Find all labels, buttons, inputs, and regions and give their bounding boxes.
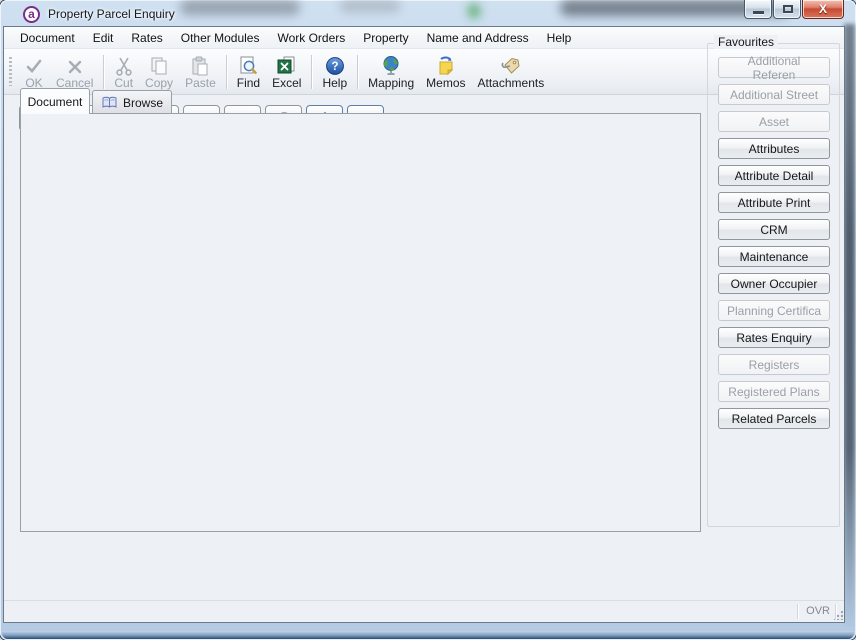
favourite-related-parcels-button[interactable]: Related Parcels: [718, 408, 830, 429]
menu-edit[interactable]: Edit: [84, 28, 123, 48]
window-frame-right: [844, 24, 855, 630]
mapping-label: Mapping: [368, 76, 414, 90]
menu-work-orders[interactable]: Work Orders: [268, 28, 354, 48]
svg-text:?: ?: [331, 61, 338, 73]
find-label: Find: [237, 76, 260, 90]
favourite-asset-button: Asset: [718, 111, 830, 132]
menu-document[interactable]: Document: [11, 28, 84, 48]
favourite-additional-street-button: Additional Street: [718, 84, 830, 105]
memo-note-icon: [436, 54, 456, 76]
statusbar-separator: [797, 604, 798, 619]
excel-label: Excel: [272, 76, 301, 90]
paste-button: Paste: [179, 52, 222, 92]
help-button[interactable]: ? Help: [316, 52, 353, 92]
window-title: Property Parcel Enquiry: [48, 7, 175, 21]
window-frame-bottom: [2, 631, 854, 639]
attachments-button[interactable]: Attachments: [472, 52, 551, 92]
excel-button[interactable]: Excel: [266, 52, 307, 92]
find-button[interactable]: Find: [231, 52, 266, 92]
attachment-tag-icon: [500, 54, 521, 76]
copy-icon: [149, 54, 169, 76]
client-area: Document Edit Rates Other Modules Work O…: [4, 27, 844, 622]
mapping-button[interactable]: Mapping: [362, 52, 420, 92]
resize-grip[interactable]: [834, 611, 843, 620]
menu-name-and-address[interactable]: Name and Address: [418, 28, 538, 48]
memos-button[interactable]: Memos: [420, 52, 471, 92]
tab-browse[interactable]: Browse: [92, 90, 172, 114]
favourite-registered-plans-button: Registered Plans: [718, 381, 830, 402]
favourite-registers-button: Registers: [718, 354, 830, 375]
favourite-additional-referen-button: Additional Referen: [718, 57, 830, 78]
favourite-maintenance-button[interactable]: Maintenance: [718, 246, 830, 267]
toolbar-separator: [103, 55, 104, 89]
tab-document-label: Document: [28, 95, 83, 109]
favourites-groupbox: Favourites Additional Referen Additional…: [707, 43, 840, 527]
find-magnifier-icon: [238, 54, 258, 76]
excel-icon: [276, 54, 297, 76]
favourite-crm-button[interactable]: CRM: [718, 219, 830, 240]
toolbar-separator: [357, 55, 358, 89]
help-label: Help: [322, 76, 347, 90]
copy-button: Copy: [139, 52, 179, 92]
favourite-attribute-print-button[interactable]: Attribute Print: [718, 192, 830, 213]
menu-help[interactable]: Help: [538, 28, 581, 48]
favourite-rates-enquiry-button[interactable]: Rates Enquiry: [718, 327, 830, 348]
memos-label: Memos: [426, 76, 465, 90]
tab-document[interactable]: Document: [20, 88, 90, 114]
titlebar[interactable]: a Property Parcel Enquiry X: [0, 0, 856, 28]
scissors-icon: [115, 54, 133, 76]
document-tab-page: [20, 113, 701, 532]
paste-label: Paste: [185, 76, 216, 90]
close-button[interactable]: X: [802, 0, 844, 19]
favourite-owner-occupier-button[interactable]: Owner Occupier: [718, 273, 830, 294]
favourites-list: Additional Referen Additional Street Ass…: [718, 57, 830, 429]
copy-label: Copy: [145, 76, 173, 90]
globe-icon: [381, 54, 401, 76]
cut-button: Cut: [108, 52, 139, 92]
help-question-icon: ?: [325, 54, 345, 76]
maximize-icon: [783, 5, 793, 13]
cut-label: Cut: [114, 76, 133, 90]
toolbar-drag-handle[interactable]: [9, 57, 12, 86]
ok-check-icon: [24, 54, 44, 76]
toolbar-separator: [226, 55, 227, 89]
favourite-attribute-detail-button[interactable]: Attribute Detail: [718, 165, 830, 186]
minimize-icon: [753, 11, 764, 14]
menu-other-modules[interactable]: Other Modules: [172, 28, 269, 48]
status-bar: OVR: [4, 600, 844, 622]
open-book-icon: [101, 96, 118, 109]
tab-browse-label: Browse: [123, 96, 163, 110]
overwrite-mode-indicator: OVR: [806, 605, 830, 617]
ok-button: OK: [18, 52, 50, 92]
favourites-title: Favourites: [714, 35, 778, 49]
maximize-button[interactable]: [773, 0, 801, 19]
toolbar-separator: [311, 55, 312, 89]
favourite-planning-certifica-button: Planning Certifica: [718, 300, 830, 321]
minimize-button[interactable]: [744, 0, 772, 19]
cancel-button: Cancel: [50, 52, 99, 92]
favourite-attributes-button[interactable]: Attributes: [718, 138, 830, 159]
app-logo-icon: a: [23, 6, 40, 23]
menu-rates[interactable]: Rates: [122, 28, 171, 48]
app-window: a Property Parcel Enquiry X Document Edi…: [0, 0, 856, 640]
cancel-x-icon: [66, 54, 84, 76]
paste-icon: [190, 54, 210, 76]
close-icon: X: [803, 2, 843, 16]
menu-property[interactable]: Property: [354, 28, 417, 48]
attachments-label: Attachments: [478, 76, 545, 90]
